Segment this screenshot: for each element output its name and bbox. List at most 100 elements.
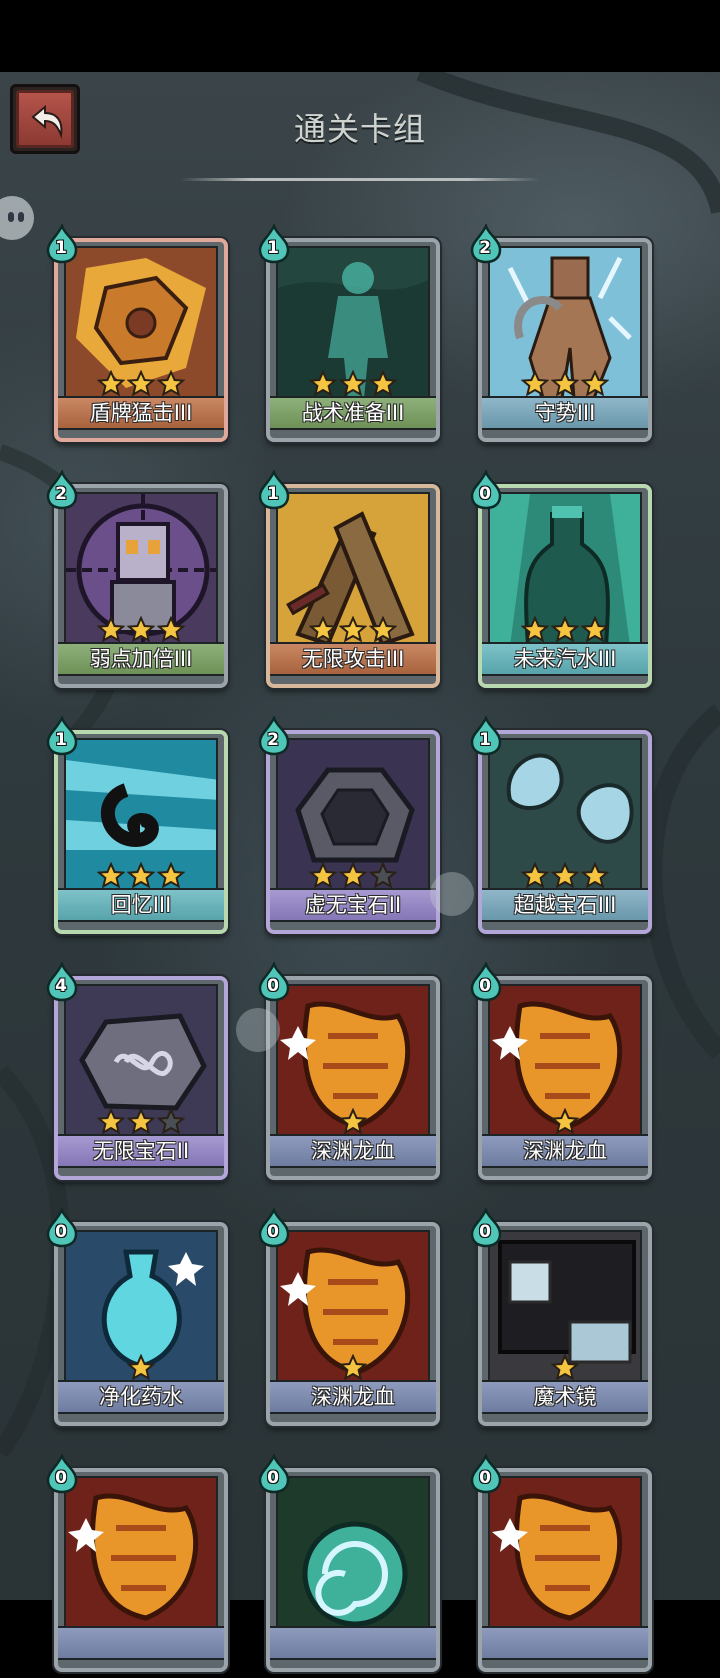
card-cost-badge: 2 — [470, 224, 504, 264]
card-name — [270, 1628, 436, 1658]
star-filled-icon — [97, 862, 125, 889]
card-name: 回忆III — [110, 893, 172, 917]
card-name: 超越宝石III — [513, 893, 617, 917]
star-filled-icon — [309, 616, 337, 643]
star-filled-icon — [551, 1108, 579, 1135]
card-cost-value: 0 — [479, 1222, 491, 1242]
star-filled-icon — [97, 370, 125, 397]
card-cost-value: 0 — [479, 1468, 491, 1488]
card-star-rating — [50, 1108, 232, 1138]
card-art-dragon-blood-icon — [488, 1476, 642, 1628]
card-name — [482, 1628, 648, 1658]
deck-card[interactable]: 魔术镜 0 — [470, 1208, 656, 1432]
star-filled-icon — [157, 862, 185, 889]
card-star-rating — [50, 616, 232, 646]
star-filled-icon — [339, 616, 367, 643]
card-cost-value: 1 — [267, 238, 279, 258]
card-name: 深渊龙血 — [311, 1139, 395, 1163]
star-filled-icon — [521, 616, 549, 643]
card-star-rating — [262, 370, 444, 400]
card-name: 深渊龙血 — [523, 1139, 607, 1163]
card-name: 盾牌猛击III — [89, 401, 193, 425]
star-filled-icon — [339, 370, 367, 397]
card-star-rating — [50, 1354, 232, 1384]
title-divider — [180, 178, 540, 181]
deck-card[interactable]: 超越宝石III 1 — [470, 716, 656, 940]
star-filled-icon — [157, 616, 185, 643]
deck-card[interactable]: 战术准备III 1 — [258, 224, 444, 448]
card-cost-value: 0 — [55, 1222, 67, 1242]
star-filled-icon — [127, 1354, 155, 1381]
card-cost-value: 2 — [55, 484, 67, 504]
card-name: 深渊龙血 — [311, 1385, 395, 1409]
star-filled-icon — [339, 862, 367, 889]
star-filled-icon — [97, 1108, 125, 1135]
card-name: 弱点加倍III — [89, 647, 193, 671]
deck-card[interactable]: 深渊龙血 0 — [470, 962, 656, 1186]
card-cost-badge: 0 — [258, 1454, 292, 1494]
card-name: 净化药水 — [99, 1385, 183, 1409]
card-cost-badge: 0 — [46, 1208, 80, 1248]
star-filled-icon — [521, 862, 549, 889]
deck-card[interactable]: 弱点加倍III 2 — [46, 470, 232, 694]
deck-card[interactable]: 无限宝石II 4 — [46, 962, 232, 1186]
card-cost-value: 1 — [479, 730, 491, 750]
deck-card[interactable]: 未来汽水III 0 — [470, 470, 656, 694]
deck-card[interactable]: 深渊龙血 0 — [258, 962, 444, 1186]
card-star-rating — [474, 1108, 656, 1138]
deck-card[interactable]: 虚无宝石II 2 — [258, 716, 444, 940]
card-art-swirl-orb-icon — [276, 1476, 430, 1628]
card-star-rating — [262, 1108, 444, 1138]
star-filled-icon — [551, 1354, 579, 1381]
deck-card[interactable]: 深渊龙血 0 — [258, 1208, 444, 1432]
card-cost-badge: 1 — [258, 224, 292, 264]
star-filled-icon — [521, 370, 549, 397]
star-filled-icon — [581, 862, 609, 889]
deck-card[interactable]: 盾牌猛击III 1 — [46, 224, 232, 448]
card-star-rating — [50, 862, 232, 892]
deck-card[interactable]: 净化药水 0 — [46, 1208, 232, 1432]
card-cost-badge: 1 — [258, 470, 292, 510]
card-name: 魔术镜 — [533, 1385, 597, 1409]
star-filled-icon — [581, 616, 609, 643]
card-name: 守势III — [534, 401, 596, 425]
card-star-rating — [262, 1354, 444, 1384]
glow-particle — [236, 1008, 280, 1052]
star-filled-icon — [551, 616, 579, 643]
card-star-rating — [262, 616, 444, 646]
card-star-rating — [474, 370, 656, 400]
card-cost-badge: 0 — [46, 1454, 80, 1494]
card-art-dragon-blood-icon — [64, 1476, 218, 1628]
star-filled-icon — [369, 370, 397, 397]
star-filled-icon — [309, 370, 337, 397]
star-filled-icon — [581, 370, 609, 397]
deck-card[interactable]: 0 — [258, 1454, 444, 1678]
glow-particle — [430, 872, 474, 916]
card-cost-value: 0 — [267, 1468, 279, 1488]
card-cost-value: 1 — [55, 730, 67, 750]
card-cost-value: 1 — [55, 238, 67, 258]
card-cost-value: 2 — [479, 238, 491, 258]
deck-card[interactable]: 0 — [46, 1454, 232, 1678]
card-cost-value: 0 — [267, 1222, 279, 1242]
star-empty-icon — [157, 1108, 185, 1135]
star-empty-icon — [369, 862, 397, 889]
card-cost-value: 2 — [267, 730, 279, 750]
card-name — [58, 1628, 224, 1658]
star-filled-icon — [127, 1108, 155, 1135]
card-star-rating — [474, 616, 656, 646]
card-name: 虚无宝石II — [304, 893, 402, 917]
star-filled-icon — [551, 370, 579, 397]
deck-card[interactable]: 无限攻击III 1 — [258, 470, 444, 694]
card-cost-value: 0 — [55, 1468, 67, 1488]
deck-card[interactable]: 0 — [470, 1454, 656, 1678]
star-filled-icon — [551, 862, 579, 889]
deck-card[interactable]: 守势III 2 — [470, 224, 656, 448]
card-star-rating — [474, 1354, 656, 1384]
page-title: 通关卡组 — [293, 110, 426, 148]
card-cost-badge: 0 — [470, 1454, 504, 1494]
star-filled-icon — [339, 1354, 367, 1381]
card-cost-badge: 4 — [46, 962, 80, 1002]
card-cost-value: 1 — [267, 484, 279, 504]
deck-card[interactable]: 回忆III 1 — [46, 716, 232, 940]
